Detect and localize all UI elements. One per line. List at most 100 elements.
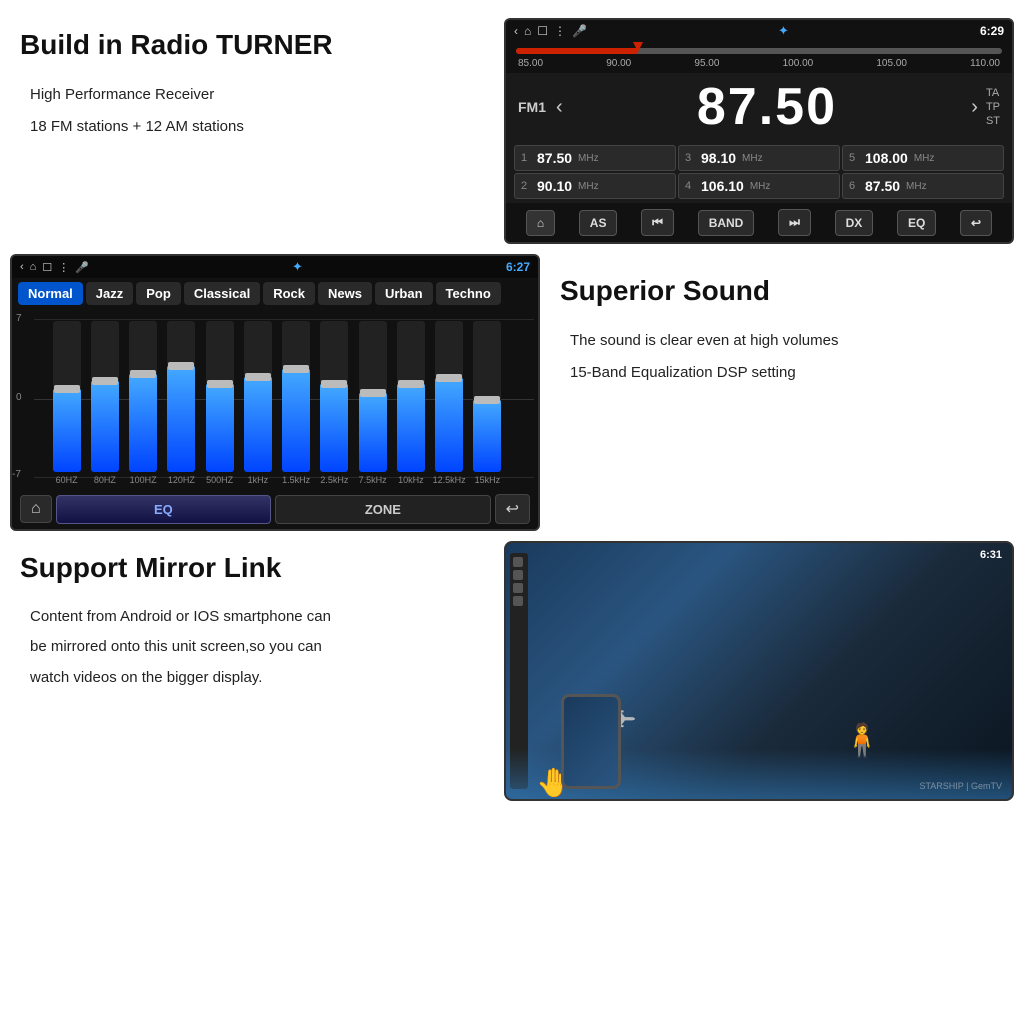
eq-bar-handle-1p5khz[interactable] xyxy=(283,365,309,373)
eq-preset-techno[interactable]: Techno xyxy=(436,282,501,305)
freq-slider-fill xyxy=(516,48,638,54)
preset-unit-6: MHz xyxy=(906,181,927,192)
eq-band-80hz[interactable]: 80HZ xyxy=(86,321,123,485)
radio-next-btn[interactable]: ⏭ xyxy=(778,209,811,236)
radio-main-display: FM1 ‹ 87.50 › TA TP ST xyxy=(506,73,1012,141)
eq-bar-handle-15khz[interactable] xyxy=(474,396,500,404)
eq-band-120hz[interactable]: 120HZ xyxy=(163,321,200,485)
eq-band-1p5khz[interactable]: 1.5kHz xyxy=(278,321,315,485)
eq-bar-fill-500hz xyxy=(206,384,234,472)
preset-5[interactable]: 5 108.00 MHz xyxy=(842,145,1004,171)
eq-home-button[interactable]: ⌂ xyxy=(20,495,52,523)
eq-bar-track-10khz xyxy=(397,321,425,472)
eq-bar-fill-12p5khz xyxy=(435,378,463,472)
eq-bottom-controls: ⌂ EQ ZONE ↩ xyxy=(12,489,538,529)
eq-back-button[interactable]: ↩ xyxy=(495,494,530,524)
eq-band-60hz[interactable]: 60HZ xyxy=(48,321,85,485)
eq-bar-track-500hz xyxy=(206,321,234,472)
radio-as-btn[interactable]: AS xyxy=(579,210,618,236)
eq-bar-handle-1khz[interactable] xyxy=(245,373,271,381)
eq-bar-handle-120hz[interactable] xyxy=(168,362,194,370)
eq-preset-normal[interactable]: Normal xyxy=(18,282,83,305)
radio-turner-desc: High Performance Receiver 18 FM stations… xyxy=(30,80,494,142)
eq-bar-handle-10khz[interactable] xyxy=(398,380,424,388)
eq-bar-handle-60hz[interactable] xyxy=(54,385,80,393)
eq-preset-rock[interactable]: Rock xyxy=(263,282,315,305)
menu-icon: ⋮ xyxy=(554,24,566,38)
eq-band-1khz[interactable]: 1kHz xyxy=(239,321,276,485)
eq-home-icon: ⌂ xyxy=(30,261,37,273)
preset-4[interactable]: 4 106.10 MHz xyxy=(678,173,840,199)
eq-preset-news[interactable]: News xyxy=(318,282,372,305)
tp-flag: TP xyxy=(986,101,1000,113)
eq-label-7: 7 xyxy=(16,313,22,324)
st-flag: ST xyxy=(986,115,1000,127)
eq-bar-handle-500hz[interactable] xyxy=(207,380,233,388)
preset-unit-2: MHz xyxy=(578,181,599,192)
bottom-section: Support Mirror Link Content from Android… xyxy=(0,541,1024,801)
eq-preset-pop[interactable]: Pop xyxy=(136,282,181,305)
radio-home-btn[interactable]: ⌂ xyxy=(526,210,555,236)
sidebar-dot-4 xyxy=(513,596,523,606)
eq-freq-label-60hz: 60HZ xyxy=(56,475,78,485)
radio-flags: TA TP ST xyxy=(986,87,1000,127)
radio-turner-title: Build in Radio TURNER xyxy=(20,28,494,62)
radio-desc-line1: High Performance Receiver xyxy=(30,80,494,110)
preset-6[interactable]: 6 87.50 MHz xyxy=(842,173,1004,199)
sidebar-dot-2 xyxy=(513,570,523,580)
eq-nav-icons: ‹ ⌂ ☐ ⋮ 🎤 xyxy=(20,261,89,274)
preset-3[interactable]: 3 98.10 MHz xyxy=(678,145,840,171)
preset-1[interactable]: 1 87.50 MHz xyxy=(514,145,676,171)
preset-2[interactable]: 2 90.10 MHz xyxy=(514,173,676,199)
eq-band-2p5khz[interactable]: 2.5kHz xyxy=(316,321,353,485)
radio-dx-btn[interactable]: DX xyxy=(835,210,874,236)
eq-band-15khz[interactable]: 15kHz xyxy=(469,321,506,485)
eq-bar-track-12p5khz xyxy=(435,321,463,472)
freq-prev-btn[interactable]: ‹ xyxy=(556,96,563,119)
eq-band-12p5khz[interactable]: 12.5kHz xyxy=(431,321,468,485)
mirror-desc-line2: be mirrored onto this unit screen,so you… xyxy=(30,633,494,662)
eq-bar-handle-7p5khz[interactable] xyxy=(360,389,386,397)
eq-band-100hz[interactable]: 100HZ xyxy=(125,321,162,485)
eq-band-500hz[interactable]: 500HZ xyxy=(201,321,238,485)
eq-window-icon: ☐ xyxy=(42,261,52,274)
eq-freq-label-12p5khz: 12.5kHz xyxy=(433,475,466,485)
freq-slider-track[interactable] xyxy=(516,48,1002,54)
mirror-time: 6:31 xyxy=(980,549,1002,561)
freq-needle xyxy=(633,42,643,52)
eq-bar-handle-80hz[interactable] xyxy=(92,377,118,385)
eq-bar-handle-12p5khz[interactable] xyxy=(436,374,462,382)
preset-unit-3: MHz xyxy=(742,153,763,164)
radio-eq-btn[interactable]: EQ xyxy=(897,210,936,236)
eq-band-10khz[interactable]: 10kHz xyxy=(392,321,429,485)
eq-preset-urban[interactable]: Urban xyxy=(375,282,433,305)
eq-bar-fill-15khz xyxy=(473,400,501,472)
eq-bar-track-15khz xyxy=(473,321,501,472)
phone-in-hand: 🤚 xyxy=(531,786,571,799)
window-icon: ☐ xyxy=(537,24,548,38)
eq-back-icon: ‹ xyxy=(20,261,24,273)
radio-band-btn[interactable]: BAND xyxy=(698,210,755,236)
eq-bar-track-1khz xyxy=(244,321,272,472)
radio-prev-btn[interactable]: ⏮ xyxy=(641,209,674,236)
radio-presets: 1 87.50 MHz 3 98.10 MHz 5 108.00 MHz 2 9… xyxy=(506,141,1012,203)
eq-band-7p5khz[interactable]: 7.5kHz xyxy=(354,321,391,485)
preset-unit-5: MHz xyxy=(914,153,935,164)
mirror-screen-wrap: 6:31 ✈ 🧍 xyxy=(504,541,1014,801)
eq-preset-classical[interactable]: Classical xyxy=(184,282,260,305)
eq-freq-label-120hz: 120HZ xyxy=(168,475,195,485)
mirror-screen: 6:31 ✈ 🧍 xyxy=(504,541,1014,801)
eq-bar-handle-2p5khz[interactable] xyxy=(321,380,347,388)
eq-bar-handle-100hz[interactable] xyxy=(130,370,156,378)
preset-freq-2: 90.10 xyxy=(537,178,572,194)
home-icon: ⌂ xyxy=(524,24,531,38)
preset-freq-3: 98.10 xyxy=(701,150,736,166)
freq-next-btn[interactable]: › xyxy=(971,96,978,119)
radio-controls: ⌂ AS ⏮ BAND ⏭ DX EQ ↩ xyxy=(506,203,1012,242)
superior-desc-line2: 15-Band Equalization DSP setting xyxy=(570,358,1014,388)
eq-zone-button[interactable]: ZONE xyxy=(275,495,490,524)
radio-back-btn[interactable]: ↩ xyxy=(960,210,992,236)
eq-preset-jazz[interactable]: Jazz xyxy=(86,282,133,305)
eq-tab-button[interactable]: EQ xyxy=(56,495,271,524)
eq-bar-fill-120hz xyxy=(167,366,195,472)
